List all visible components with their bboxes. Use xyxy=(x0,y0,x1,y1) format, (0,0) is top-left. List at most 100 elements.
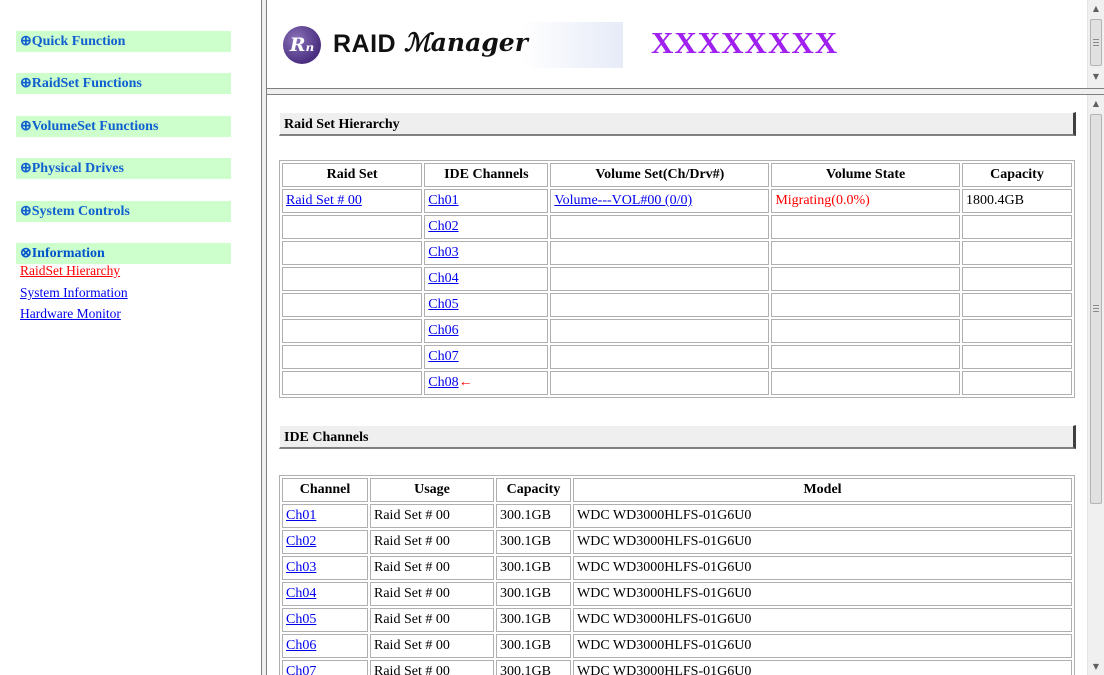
channel-link-ch01[interactable]: Ch01 xyxy=(428,193,458,208)
navigation-frame: ⊕Quick Function ⊕RaidSet Functions ⊕Volu… xyxy=(0,0,261,675)
usage-cell: Raid Set # 00 xyxy=(370,530,494,554)
channel-cell[interactable]: Ch06 xyxy=(424,319,549,343)
volume-state-cell xyxy=(771,345,960,369)
channel-cell[interactable]: Ch02 xyxy=(424,215,549,239)
left-arrow-icon: ← xyxy=(458,375,473,390)
channel-cell[interactable]: Ch04 xyxy=(282,582,368,606)
volume-cell xyxy=(550,319,770,343)
volume-cell xyxy=(550,345,770,369)
menu-volumeset-functions[interactable]: ⊕VolumeSet Functions xyxy=(16,116,231,137)
raid-set-cell[interactable]: Raid Set # 00 xyxy=(282,189,423,213)
channel-cell[interactable]: Ch05 xyxy=(424,293,549,317)
table-row: Ch04 Raid Set # 00 300.1GB WDC WD3000HLF… xyxy=(282,582,1072,606)
table-row: Raid Set # 00 Ch01 Volume---VOL#00 (0/0)… xyxy=(282,189,1072,213)
channel-link-ch04[interactable]: Ch04 xyxy=(428,271,458,286)
channel-link-ch08[interactable]: Ch08 xyxy=(428,375,458,390)
raid-set-link[interactable]: Raid Set # 00 xyxy=(286,193,362,208)
capacity-cell xyxy=(962,215,1072,239)
volume-state-cell xyxy=(771,293,960,317)
raid-set-cell xyxy=(282,319,423,343)
usage-cell: Raid Set # 00 xyxy=(370,556,494,580)
volume-set-link[interactable]: Volume---VOL#00 (0/0) xyxy=(554,193,692,208)
channel-cell[interactable]: Ch03 xyxy=(424,241,549,265)
nav-system-information[interactable]: System Information xyxy=(20,285,128,301)
model-cell: WDC WD3000HLFS-01G6U0 xyxy=(573,660,1072,675)
banner-frame: Rₙ RAID ℳanager XXXXXXXX xyxy=(267,0,1087,88)
channel-cell[interactable]: Ch05 xyxy=(282,608,368,632)
model-cell: WDC WD3000HLFS-01G6U0 xyxy=(573,634,1072,658)
channel-cell[interactable]: Ch02 xyxy=(282,530,368,554)
table-row: Ch06 Raid Set # 00 300.1GB WDC WD3000HLF… xyxy=(282,634,1072,658)
channel-cell[interactable]: Ch01 xyxy=(424,189,549,213)
menu-system-controls[interactable]: ⊕System Controls xyxy=(16,201,231,222)
content-scrollbar-thumb[interactable] xyxy=(1090,114,1102,504)
model-cell: WDC WD3000HLFS-01G6U0 xyxy=(573,556,1072,580)
channel-link-ch03[interactable]: Ch03 xyxy=(428,245,458,260)
channel-link-ch05[interactable]: Ch05 xyxy=(286,612,316,627)
menu-raidset-functions[interactable]: ⊕RaidSet Functions xyxy=(16,73,231,94)
scroll-down-arrow-icon[interactable]: ▼ xyxy=(1088,68,1104,85)
table-header-row: Raid Set IDE Channels Volume Set(Ch/Drv#… xyxy=(282,163,1072,187)
menu-quick-function[interactable]: ⊕Quick Function xyxy=(16,31,231,52)
capacity-cell xyxy=(962,267,1072,291)
channel-link-ch02[interactable]: Ch02 xyxy=(286,534,316,549)
capacity-cell xyxy=(962,319,1072,343)
capacity-cell: 300.1GB xyxy=(496,634,571,658)
capacity-cell xyxy=(962,293,1072,317)
usage-cell: Raid Set # 00 xyxy=(370,660,494,675)
column-header: Channel xyxy=(282,478,368,502)
channel-cell[interactable]: Ch07 xyxy=(282,660,368,675)
banner-scrollbar-thumb[interactable] xyxy=(1090,19,1102,66)
logo-raid-text: RAID xyxy=(333,30,397,58)
channel-link-ch05[interactable]: Ch05 xyxy=(428,297,458,312)
column-header: Capacity xyxy=(962,163,1072,187)
model-cell: WDC WD3000HLFS-01G6U0 xyxy=(573,504,1072,528)
usage-cell: Raid Set # 00 xyxy=(370,634,494,658)
volume-cell xyxy=(550,215,770,239)
model-cell: WDC WD3000HLFS-01G6U0 xyxy=(573,530,1072,554)
scroll-up-arrow-icon[interactable]: ▲ xyxy=(1088,0,1104,17)
channel-cell[interactable]: Ch04 xyxy=(424,267,549,291)
volume-state-cell xyxy=(771,319,960,343)
menu-physical-drives[interactable]: ⊕Physical Drives xyxy=(16,158,231,179)
nav-hardware-monitor[interactable]: Hardware Monitor xyxy=(20,306,121,322)
channel-link-ch03[interactable]: Ch03 xyxy=(286,560,316,575)
volume-cell xyxy=(550,241,770,265)
channel-cell[interactable]: Ch07 xyxy=(424,345,549,369)
scroll-down-arrow-icon[interactable]: ▼ xyxy=(1088,658,1104,675)
column-header: Capacity xyxy=(496,478,571,502)
content-frame: Raid Set Hierarchy Raid Set IDE Channels… xyxy=(267,95,1087,675)
channel-link-ch06[interactable]: Ch06 xyxy=(286,638,316,653)
channel-cell[interactable]: Ch06 xyxy=(282,634,368,658)
content-scrollbar[interactable]: ▲ ▼ xyxy=(1087,95,1104,675)
raid-set-cell xyxy=(282,371,423,395)
volume-cell[interactable]: Volume---VOL#00 (0/0) xyxy=(550,189,770,213)
column-header: IDE Channels xyxy=(424,163,549,187)
model-cell: WDC WD3000HLFS-01G6U0 xyxy=(573,608,1072,632)
channel-link-ch07[interactable]: Ch07 xyxy=(286,664,316,675)
channel-link-ch02[interactable]: Ch02 xyxy=(428,219,458,234)
frame-divider-horizontal[interactable] xyxy=(267,88,1104,95)
volume-state-cell xyxy=(771,371,960,395)
capacity-cell xyxy=(962,371,1072,395)
usage-cell: Raid Set # 00 xyxy=(370,582,494,606)
channel-cell[interactable]: Ch03 xyxy=(282,556,368,580)
capacity-cell xyxy=(962,345,1072,369)
table-row: Ch02 xyxy=(282,215,1072,239)
channel-cell[interactable]: Ch01 xyxy=(282,504,368,528)
channel-link-ch04[interactable]: Ch04 xyxy=(286,586,316,601)
channel-link-ch07[interactable]: Ch07 xyxy=(428,349,458,364)
volume-cell xyxy=(550,267,770,291)
channel-link-ch01[interactable]: Ch01 xyxy=(286,508,316,523)
volume-state-cell xyxy=(771,267,960,291)
raid-manager-logo: Rₙ RAID ℳanager xyxy=(283,22,623,68)
table-row: Ch02 Raid Set # 00 300.1GB WDC WD3000HLF… xyxy=(282,530,1072,554)
column-header: Model xyxy=(573,478,1072,502)
raid-set-hierarchy-table: Raid Set IDE Channels Volume Set(Ch/Drv#… xyxy=(279,160,1075,398)
channel-link-ch06[interactable]: Ch06 xyxy=(428,323,458,338)
channel-cell[interactable]: Ch08← xyxy=(424,371,549,395)
banner-scrollbar[interactable]: ▲ ▼ xyxy=(1087,0,1104,88)
nav-raidset-hierarchy[interactable]: RaidSet Hierarchy xyxy=(20,263,120,279)
scroll-up-arrow-icon[interactable]: ▲ xyxy=(1088,95,1104,112)
menu-information[interactable]: ⊗Information xyxy=(16,243,231,264)
